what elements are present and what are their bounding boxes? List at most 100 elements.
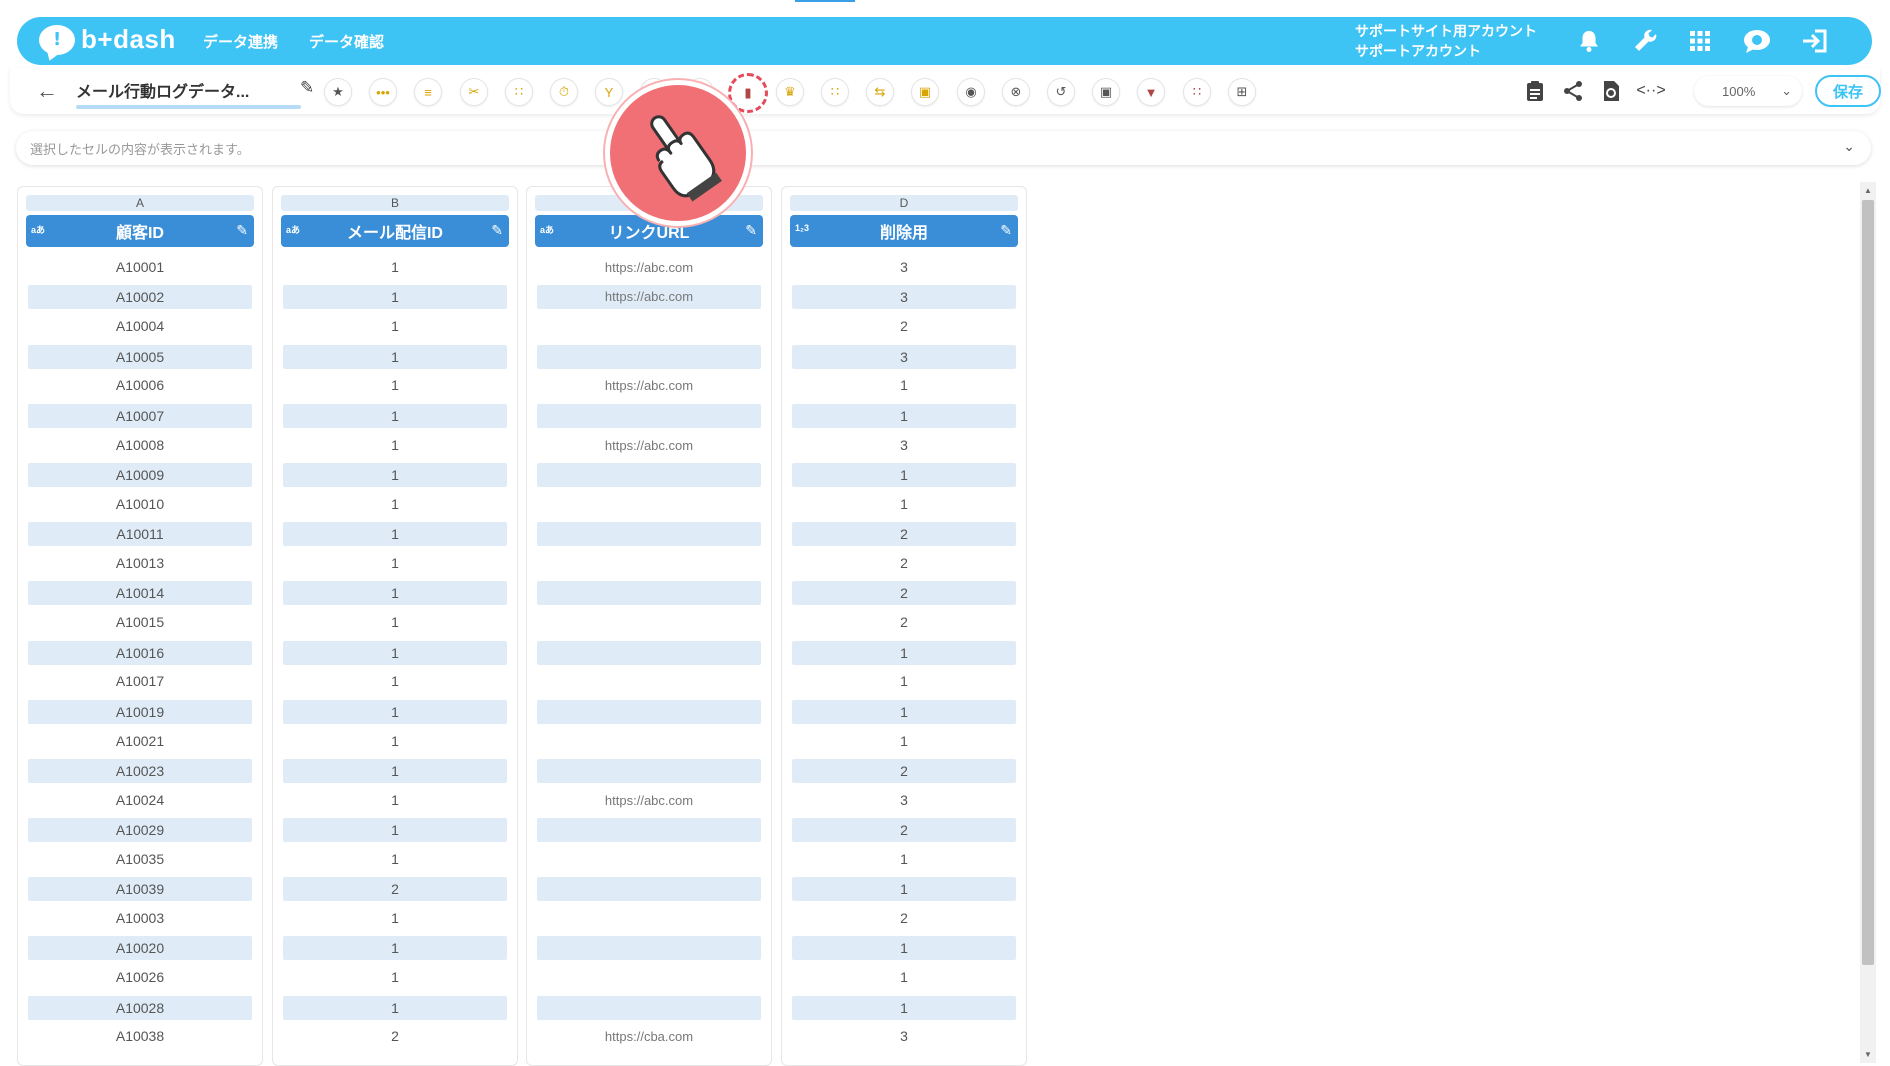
table-cell[interactable]: A10010	[28, 490, 252, 520]
table-cell[interactable]: A10021	[28, 727, 252, 757]
table-cell[interactable]: https://abc.com	[537, 253, 761, 283]
table-cell[interactable]: 1	[283, 818, 507, 843]
table-cell[interactable]: A10004	[28, 312, 252, 342]
grid-icon[interactable]: ∷	[1183, 78, 1211, 106]
support-chat-icon[interactable]	[1741, 25, 1773, 57]
table-cell[interactable]: 1	[283, 403, 507, 428]
logo[interactable]: ! b+dash	[39, 24, 176, 55]
table-cell[interactable]: 1	[792, 403, 1016, 428]
more-icon[interactable]: •••	[369, 78, 397, 106]
table-cell[interactable]: 1	[792, 699, 1016, 724]
table-cell[interactable]	[537, 877, 761, 902]
table-cell[interactable]: 1	[792, 727, 1016, 757]
table-cell[interactable]: 1	[792, 490, 1016, 520]
nav-data-integration[interactable]: データ連携	[203, 31, 278, 52]
scrollbar-thumb[interactable]	[1862, 200, 1874, 965]
table-cell[interactable]: 1	[792, 877, 1016, 902]
table-cell[interactable]: 1	[283, 581, 507, 606]
table-cell[interactable]: A10016	[28, 640, 252, 665]
table-cell[interactable]: 2	[792, 818, 1016, 843]
table-cell[interactable]: 1	[792, 667, 1016, 697]
box-icon[interactable]: ▣	[1092, 78, 1120, 106]
table-cell[interactable]	[537, 727, 761, 757]
table-cell[interactable]: 2	[792, 522, 1016, 547]
table-cell[interactable]	[537, 490, 761, 520]
scroll-up-arrow-icon[interactable]: ▲	[1864, 186, 1872, 195]
vertical-scrollbar[interactable]: ▲ ▼	[1860, 182, 1876, 1063]
column-header[interactable]: 1₂3 削除用 ✎	[790, 215, 1018, 247]
table-cell[interactable]: A10009	[28, 462, 252, 487]
table-cell[interactable]: https://abc.com	[537, 786, 761, 816]
branch-icon[interactable]: Y	[595, 78, 623, 106]
table-cell[interactable]: 1	[792, 936, 1016, 961]
bag-icon[interactable]: ◉	[957, 78, 985, 106]
table-cell[interactable]: A10006	[28, 371, 252, 401]
table-cell[interactable]: 1	[792, 845, 1016, 875]
table-cell[interactable]: 1	[792, 995, 1016, 1020]
table-cell[interactable]: 1	[283, 936, 507, 961]
table-cell[interactable]: 2	[792, 758, 1016, 783]
table-cell[interactable]	[537, 904, 761, 934]
table-cell[interactable]: A10028	[28, 995, 252, 1020]
table-cell[interactable]: 1	[283, 640, 507, 665]
scroll-down-arrow-icon[interactable]: ▼	[1864, 1050, 1872, 1059]
edit-column-pencil-icon[interactable]: ✎	[1000, 222, 1012, 239]
table-cell[interactable]: A10026	[28, 963, 252, 993]
save-button[interactable]: 保存	[1815, 75, 1881, 107]
table-cell[interactable]: 2	[792, 549, 1016, 579]
refresh-icon[interactable]: ↺	[1047, 78, 1075, 106]
table-cell[interactable]: A10014	[28, 581, 252, 606]
table-cell[interactable]: A10002	[28, 285, 252, 310]
table-cell[interactable]	[537, 608, 761, 638]
table-cell[interactable]	[537, 667, 761, 697]
chevron-down-icon[interactable]: ⌄	[1843, 138, 1855, 155]
table-cell[interactable]: 1	[792, 963, 1016, 993]
table-cell[interactable]: A10017	[28, 667, 252, 697]
lock-icon[interactable]: ▣	[911, 78, 939, 106]
table-cell[interactable]: 1	[283, 312, 507, 342]
table-cell[interactable]: A10020	[28, 936, 252, 961]
table-cell[interactable]: 2	[792, 608, 1016, 638]
apps-grid-icon[interactable]	[1684, 25, 1716, 57]
table-cell[interactable]	[537, 522, 761, 547]
table-cell[interactable]: 1	[283, 462, 507, 487]
table-cell[interactable]: A10011	[28, 522, 252, 547]
table-cell[interactable]	[537, 699, 761, 724]
table-cell[interactable]: A10023	[28, 758, 252, 783]
table-cell[interactable]: A10024	[28, 786, 252, 816]
table-cell[interactable]: 1	[283, 344, 507, 369]
table-cell[interactable]	[537, 818, 761, 843]
table-cell[interactable]: 2	[283, 1022, 507, 1052]
table-cell[interactable]: 3	[792, 253, 1016, 283]
edit-column-pencil-icon[interactable]: ✎	[745, 222, 757, 239]
column-header[interactable]: aあ 顧客ID ✎	[26, 215, 254, 247]
table-cell[interactable]: https://abc.com	[537, 371, 761, 401]
account-info[interactable]: サポートサイト用アカウント サポートアカウント	[1355, 21, 1537, 61]
table-cell[interactable]	[537, 344, 761, 369]
table-cell[interactable]: 1	[283, 963, 507, 993]
table-cell[interactable]: A10019	[28, 699, 252, 724]
table-cell[interactable]: A10003	[28, 904, 252, 934]
table-cell[interactable]: 1	[792, 462, 1016, 487]
share-icon[interactable]	[1559, 76, 1587, 106]
table-cell[interactable]: A10005	[28, 344, 252, 369]
table-cell[interactable]: A10039	[28, 877, 252, 902]
table-cell[interactable]: 1	[792, 640, 1016, 665]
table-cell[interactable]: 3	[792, 1022, 1016, 1052]
table-cell[interactable]: 1	[283, 904, 507, 934]
table-cell[interactable]: 2	[283, 877, 507, 902]
table-cell[interactable]: A10035	[28, 845, 252, 875]
table-cell[interactable]: 1	[283, 431, 507, 461]
cut-icon[interactable]: ✂	[460, 78, 488, 106]
fullscreen-icon[interactable]: ∷	[821, 78, 849, 106]
clipboard-icon[interactable]	[1521, 76, 1549, 106]
table-cell[interactable]	[537, 462, 761, 487]
table-cell[interactable]: 1	[283, 699, 507, 724]
table-cell[interactable]	[537, 640, 761, 665]
table-cell[interactable]: 2	[792, 312, 1016, 342]
table-cell[interactable]: 1	[283, 786, 507, 816]
cell-content-input[interactable]	[28, 137, 1812, 161]
table-cell[interactable]: A10008	[28, 431, 252, 461]
table-cell[interactable]: 1	[283, 285, 507, 310]
table-cell[interactable]: https://cba.com	[537, 1022, 761, 1052]
